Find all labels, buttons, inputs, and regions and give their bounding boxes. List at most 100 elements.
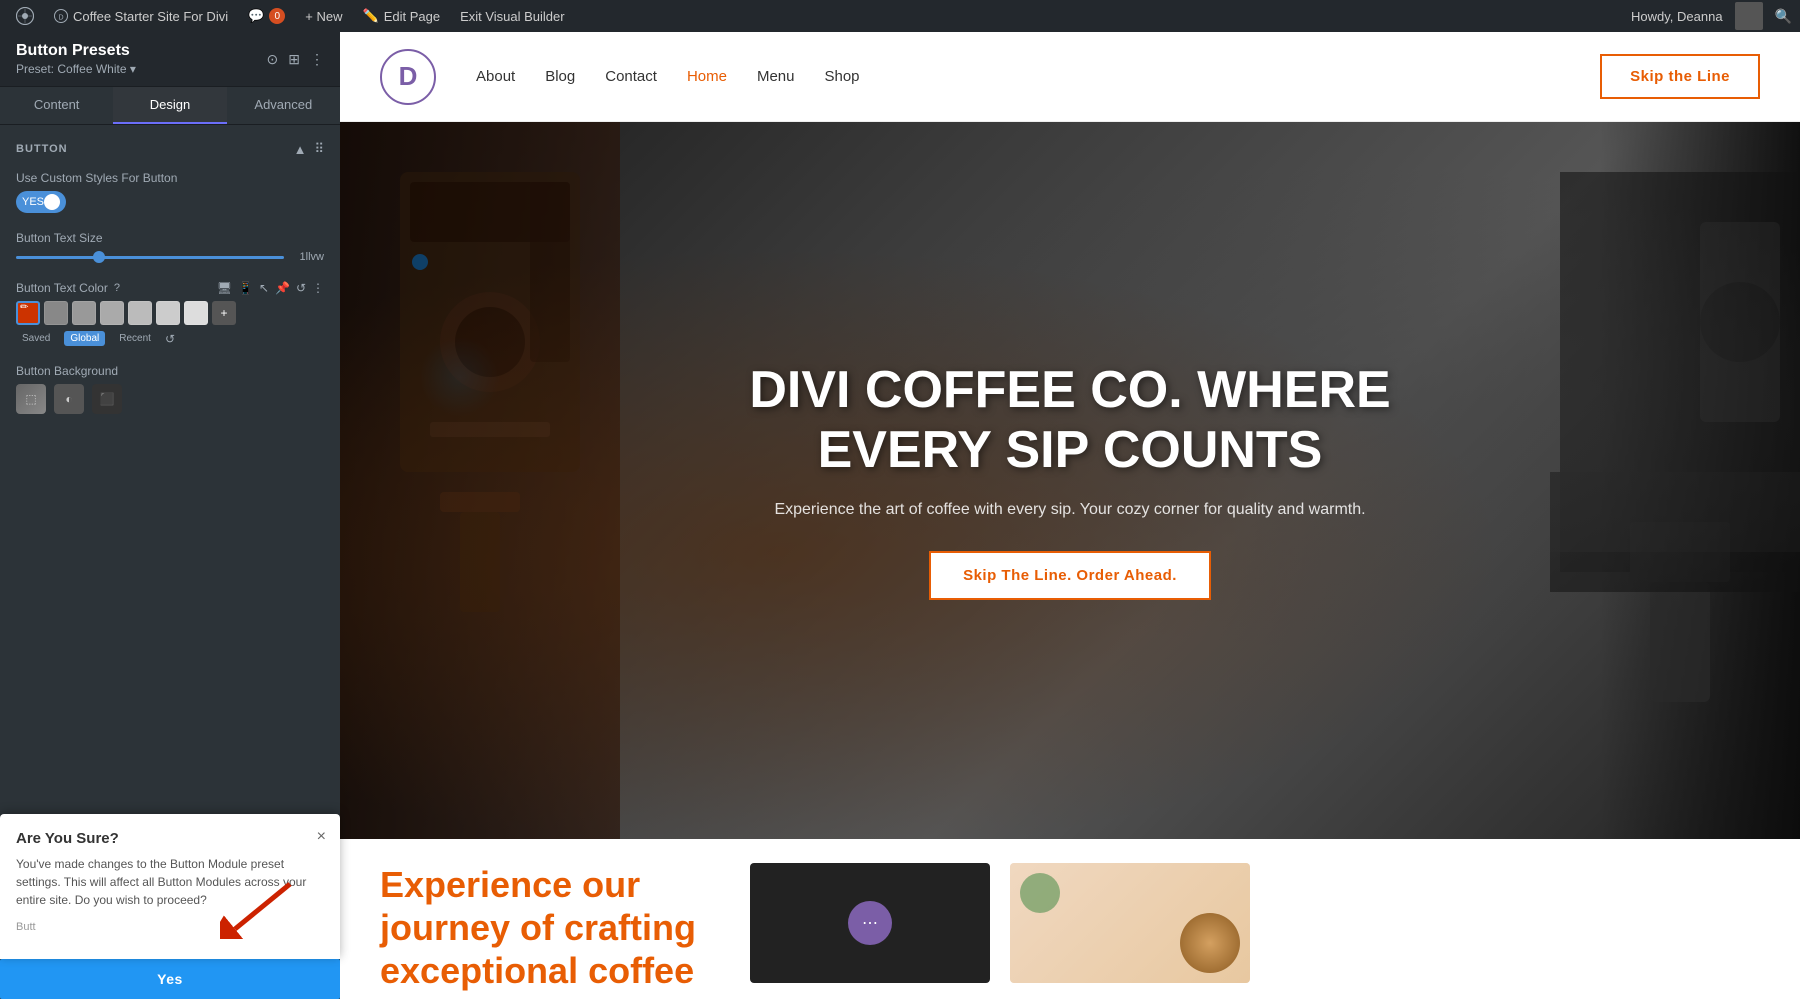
arrow-icon[interactable]: ↖ — [259, 281, 269, 295]
bg-option-2[interactable]: ◐ — [54, 384, 84, 414]
wordpress-icon — [16, 7, 34, 25]
svg-text:D: D — [58, 15, 63, 22]
gradient2-icon: ◐ — [65, 392, 72, 406]
swatches-row: ✏ + — [16, 301, 324, 325]
play-button[interactable]: ⋯ — [848, 901, 892, 945]
tab-advanced[interactable]: Advanced — [227, 87, 340, 124]
exit-builder-label: Exit Visual Builder — [460, 9, 565, 24]
columns-icon[interactable]: ⊞ — [288, 51, 300, 68]
nav-cta-button[interactable]: Skip the Line — [1600, 54, 1760, 99]
dialog-title: Are You Sure? — [16, 830, 324, 847]
main-layout: Button Presets Preset: Coffee White ▾ ⊙ … — [0, 32, 1800, 999]
question-icon[interactable]: ? — [114, 282, 120, 294]
nav-blog[interactable]: Blog — [545, 68, 575, 85]
bottom-card-image — [1010, 863, 1250, 983]
search-icon[interactable]: 🔍 — [1775, 8, 1792, 25]
edit-pencil-icon: ✏ — [20, 302, 28, 313]
exit-builder-item[interactable]: Exit Visual Builder — [452, 0, 573, 32]
field-button-text-color: Button Text Color ? 🖥 📱 ↖ 📌 ↺ ⋮ ✏ — [16, 281, 324, 346]
toggle-yes-label: YES — [22, 196, 44, 208]
coffee-icon: D — [54, 9, 68, 23]
more-icon[interactable]: ⋮ — [310, 51, 324, 68]
bg-row: ⬚ ◐ ⬛ — [16, 384, 324, 414]
undo-icon[interactable]: ↺ — [296, 281, 306, 295]
panel-header: Button Presets Preset: Coffee White ▾ ⊙ … — [0, 32, 340, 87]
left-panel: Button Presets Preset: Coffee White ▾ ⊙ … — [0, 32, 340, 999]
site-logo-letter: D — [399, 61, 418, 92]
edit-icon: ✏️ — [363, 8, 379, 24]
play-icon: ⋯ — [862, 913, 878, 933]
text-size-value: 1llvw — [294, 251, 324, 263]
text-size-slider[interactable] — [16, 256, 284, 259]
refresh-icon[interactable]: ↺ — [165, 332, 175, 346]
bg-option-1[interactable]: ⬚ — [16, 384, 46, 414]
desktop-view-icon[interactable]: 🖥 — [217, 281, 232, 295]
bg-option-3[interactable]: ⬛ — [92, 384, 122, 414]
swatch-gray3[interactable] — [100, 301, 124, 325]
hero-content: DIVI COFFEE CO. WHERE EVERY SIP COUNTS E… — [340, 122, 1800, 839]
color-mode-row: Saved Global Recent ↺ — [16, 331, 324, 346]
swatch-gray6[interactable] — [184, 301, 208, 325]
swatch-gray5[interactable] — [156, 301, 180, 325]
swatch-gray1[interactable] — [44, 301, 68, 325]
custom-styles-toggle[interactable]: YES — [16, 191, 66, 213]
yes-button[interactable]: Yes — [0, 959, 340, 999]
wp-logo-item[interactable] — [8, 0, 42, 32]
nav-home[interactable]: Home — [687, 68, 727, 85]
field-button-background: Button Background ⬚ ◐ ⬛ — [16, 364, 324, 414]
section-header-button: Button ▲ ⠿ — [16, 141, 324, 157]
swatch-edit-active[interactable]: ✏ — [16, 301, 40, 325]
panel-title-group: Button Presets Preset: Coffee White ▾ — [16, 42, 136, 76]
comments-item[interactable]: 💬 0 — [240, 0, 293, 32]
mode-saved[interactable]: Saved — [16, 331, 56, 346]
nav-shop[interactable]: Shop — [824, 68, 859, 85]
avatar — [1735, 2, 1763, 30]
dialog-overlay: Are You Sure? × You've made changes to t… — [0, 814, 340, 999]
dialog-close-button[interactable]: × — [317, 828, 326, 846]
wp-admin-bar: D Coffee Starter Site For Divi 💬 0 + New… — [0, 0, 1800, 32]
bg-label: Button Background — [16, 364, 324, 378]
new-label: + New — [305, 9, 342, 24]
hero-section: DIVI COFFEE CO. WHERE EVERY SIP COUNTS E… — [340, 122, 1800, 839]
hero-cta-button[interactable]: Skip The Line. Order Ahead. — [929, 551, 1211, 600]
mode-global[interactable]: Global — [64, 331, 105, 346]
hero-title: DIVI COFFEE CO. WHERE EVERY SIP COUNTS — [670, 361, 1470, 481]
new-item[interactable]: + New — [297, 0, 350, 32]
drag-icon[interactable]: ⠿ — [314, 141, 324, 157]
field-button-text-size: Button Text Size 1llvw — [16, 231, 324, 263]
edit-page-label: Edit Page — [384, 9, 440, 24]
edit-page-item[interactable]: ✏️ Edit Page — [355, 0, 449, 32]
site-name-text: Coffee Starter Site For Divi — [73, 9, 228, 24]
collapse-icon[interactable]: ▲ — [294, 142, 307, 157]
swatch-gray2[interactable] — [72, 301, 96, 325]
focus-icon[interactable]: ⊙ — [267, 51, 279, 68]
panel-title: Button Presets — [16, 42, 136, 60]
mode-recent[interactable]: Recent — [113, 331, 157, 346]
site-name-item[interactable]: D Coffee Starter Site For Divi — [46, 0, 236, 32]
tab-design[interactable]: Design — [113, 87, 226, 124]
swatch-add[interactable]: + — [212, 301, 236, 325]
mobile-view-icon[interactable]: 📱 — [238, 281, 253, 295]
nav-about[interactable]: About — [476, 68, 515, 85]
red-arrow-icon — [220, 879, 300, 939]
nav-menu[interactable]: Menu — [757, 68, 795, 85]
site-nav: D About Blog Contact Home Menu Shop Skip… — [340, 32, 1800, 122]
pin-icon[interactable]: 📌 — [275, 281, 290, 295]
solid-icon: ⬛ — [100, 392, 115, 406]
swatch-gray4[interactable] — [128, 301, 152, 325]
nav-links: About Blog Contact Home Menu Shop — [476, 68, 1600, 85]
experience-text: Experience our journey of crafting excep… — [380, 863, 720, 993]
comment-icon: 💬 — [248, 8, 264, 24]
hero-subtitle: Experience the art of coffee with every … — [774, 501, 1365, 519]
website-preview: D About Blog Contact Home Menu Shop Skip… — [340, 32, 1800, 999]
panel-subtitle[interactable]: Preset: Coffee White ▾ — [16, 62, 136, 76]
toggle-wrap: YES — [16, 191, 324, 213]
options-icon[interactable]: ⋮ — [312, 281, 324, 295]
custom-styles-label: Use Custom Styles For Button — [16, 171, 324, 185]
tab-content[interactable]: Content — [0, 87, 113, 124]
nav-contact[interactable]: Contact — [605, 68, 657, 85]
section-title-button: Button — [16, 143, 68, 155]
bottom-card-video: ⋯ — [750, 863, 990, 983]
gradient1-icon: ⬚ — [25, 392, 36, 406]
arrow-container — [220, 879, 300, 944]
